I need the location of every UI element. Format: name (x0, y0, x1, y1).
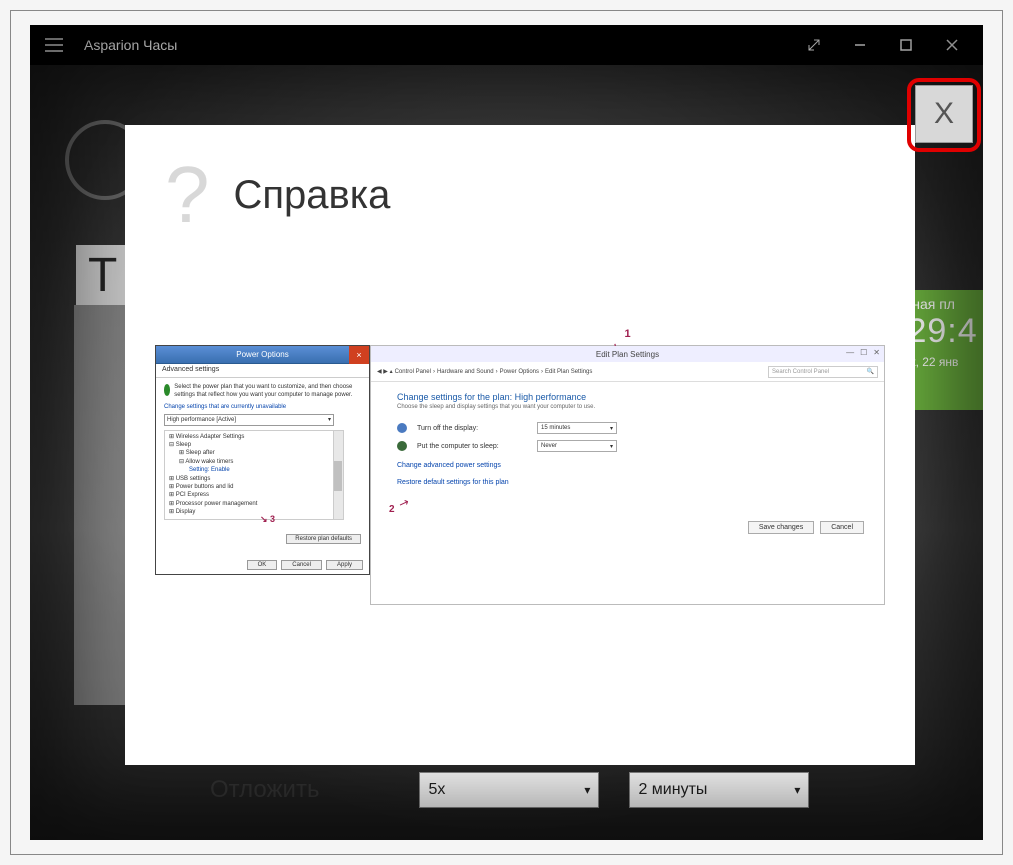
help-dialog: ? Справка Power Options × Advanced setti… (125, 125, 915, 765)
display-icon (397, 423, 407, 433)
shot2-link-advanced: Change advanced power settings (397, 462, 858, 469)
maximize-button[interactable] (883, 29, 929, 61)
shot2-save-button: Save changes (748, 521, 814, 534)
power-icon (164, 384, 170, 396)
annotation-marker-1: 1 (624, 328, 630, 340)
shot2-row2-select: Never▾ (537, 440, 617, 452)
shot1-close-icon: × (349, 346, 369, 364)
annotation-arrow-2: ↗ (397, 495, 411, 512)
shot1-ok-button: OK (247, 560, 278, 570)
shot1-restore-button: Restore plan defaults (286, 534, 361, 544)
help-image-power-options: Power Options × Advanced settings Select… (155, 345, 370, 575)
close-icon: X (934, 97, 954, 131)
shot1-plan-value: High performance [Active] (167, 417, 236, 423)
help-content: Power Options × Advanced settings Select… (155, 345, 885, 615)
shot1-desc: Select the power plan that you want to c… (174, 384, 361, 400)
app-title: Asparion Часы (84, 37, 177, 53)
shot2-breadcrumb: ◀ ▶ ▴ Control Panel› Hardware and Sound›… (371, 362, 884, 382)
titlebar: Asparion Часы (30, 25, 983, 65)
help-close-button[interactable]: X (915, 85, 973, 143)
shot2-row2-label: Put the computer to sleep: (417, 443, 527, 450)
shot2-link-restore: Restore default settings for this plan (397, 479, 858, 486)
shot2-cancel-button: Cancel (820, 521, 864, 534)
snooze-label: Отложить (210, 776, 319, 804)
shot1-title-text: Power Options (236, 350, 288, 359)
shot1-titlebar: Power Options × (156, 346, 369, 364)
shot2-row1-select: 15 minutes▾ (537, 422, 617, 434)
shot2-sub: Choose the sleep and display settings th… (397, 404, 858, 410)
snooze-count-select[interactable]: 5x ▾ (419, 772, 599, 808)
annotation-marker-3: ↘ 3 (260, 513, 275, 526)
shot2-search-box: Search Control Panel🔍 (768, 366, 878, 378)
help-image-edit-plan: 1 ↘ Edit Plan Settings —☐✕ ◀ ▶ ▴ Control… (370, 345, 885, 605)
shot2-row1-label: Turn off the display: (417, 425, 527, 432)
shot2-titlebar: Edit Plan Settings —☐✕ (371, 346, 884, 362)
shot2-heading: Change settings for the plan: High perfo… (397, 392, 858, 402)
help-title: Справка (234, 173, 391, 218)
bottom-controls: Отложить 5x ▾ 2 минуты ▾ (210, 770, 903, 810)
shot1-link: Change settings that are currently unava… (164, 404, 361, 410)
shot1-cancel-button: Cancel (281, 560, 322, 570)
minimize-button[interactable] (837, 29, 883, 61)
menu-icon[interactable] (38, 29, 70, 61)
snooze-interval-value: 2 минуты (638, 781, 707, 799)
annotation-marker-2: 2 (389, 504, 395, 515)
shot2-title-text: Edit Plan Settings (596, 350, 659, 359)
snooze-interval-select[interactable]: 2 минуты ▾ (629, 772, 809, 808)
expand-icon[interactable] (791, 29, 837, 61)
snooze-count-value: 5x (428, 781, 445, 799)
chevron-down-icon: ▾ (794, 783, 800, 797)
shot1-settings-tree: ⊞ Wireless Adapter Settings ⊟ Sleep ⊞ Sl… (164, 430, 344, 520)
sleep-icon (397, 441, 407, 451)
shot1-apply-button: Apply (326, 560, 363, 570)
shot1-plan-select: High performance [Active]▾ (164, 414, 334, 426)
shot1-tab: Advanced settings (156, 364, 369, 378)
close-button[interactable] (929, 29, 975, 61)
chevron-down-icon: ▾ (584, 783, 590, 797)
question-icon: ? (165, 155, 210, 235)
